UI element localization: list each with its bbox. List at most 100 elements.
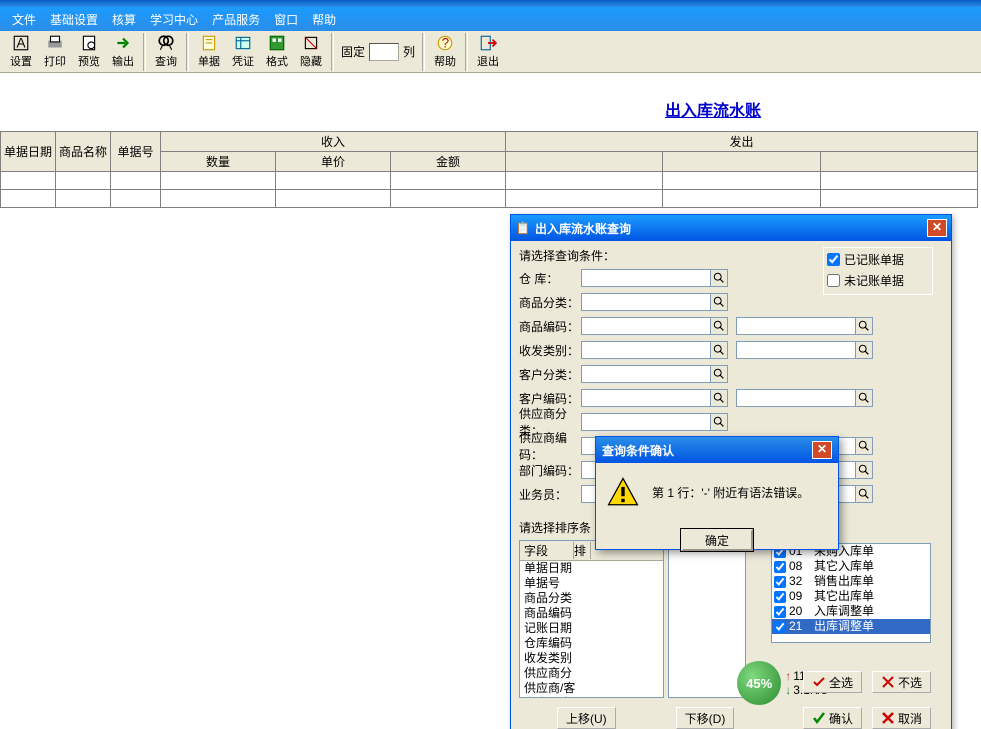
exit-icon	[479, 34, 497, 52]
doc-type-32[interactable]: 32销售出库单	[772, 574, 930, 589]
lookup-custcat-1[interactable]	[710, 365, 728, 383]
sort-fields-list[interactable]: 字段排 单据日期单据号商品分类商品编码记账日期仓库编码收发类别供应商分供应商/客…	[519, 540, 664, 698]
doc-type-20[interactable]: 20入库调整单	[772, 604, 930, 619]
ok-button[interactable]: 确认	[803, 707, 862, 729]
menu-file[interactable]: 文件	[8, 9, 40, 30]
fixed-input[interactable]	[369, 43, 399, 61]
lookup-suppcat-1[interactable]	[710, 413, 728, 431]
select-all-button[interactable]: 全选	[803, 671, 862, 693]
menu-account[interactable]: 核算	[108, 9, 140, 30]
move-up-button[interactable]: 上移(U)	[557, 707, 616, 729]
lookup-code-1[interactable]	[710, 317, 728, 335]
field-row-rstype: 收发类别：	[519, 340, 943, 360]
label-custcat: 客户分类：	[519, 366, 581, 383]
lookup-clerk-2[interactable]	[855, 485, 873, 503]
input-custcode-2[interactable]	[736, 389, 856, 407]
check-icon	[812, 711, 826, 725]
input-code-2[interactable]	[736, 317, 856, 335]
help-icon: ?	[436, 34, 454, 52]
fixed-label: 固定	[341, 43, 365, 60]
doc-type-21[interactable]: 21出库调整单	[772, 619, 930, 634]
sort-field-5[interactable]: 仓库编码	[520, 636, 663, 651]
col-out: 发出	[506, 132, 978, 152]
sort-field-2[interactable]: 商品分类	[520, 591, 663, 606]
search-icon	[157, 34, 175, 52]
sort-field-1[interactable]: 单据号	[520, 576, 663, 591]
tb-exit[interactable]: 退出	[471, 33, 505, 71]
lookup-rstype-2[interactable]	[855, 341, 873, 359]
dialog-icon: 📋	[515, 220, 531, 236]
tb-settings[interactable]: A设置	[4, 33, 38, 71]
sort-field-8[interactable]: 供应商/客	[520, 681, 663, 696]
lookup-suppcode-2[interactable]	[855, 437, 873, 455]
menu-help[interactable]: 帮助	[308, 9, 340, 30]
page-title[interactable]: 出入库流水账	[665, 97, 761, 121]
col-date: 单据日期	[1, 132, 56, 172]
input-suppcat-1[interactable]	[581, 413, 711, 431]
export-icon	[114, 34, 132, 52]
tb-document[interactable]: 单据	[192, 33, 226, 71]
menubar: 文件 基础设置 核算 学习中心 产品服务 窗口 帮助	[0, 7, 981, 31]
field-row-category: 商品分类：	[519, 292, 943, 312]
move-down-button[interactable]: 下移(D)	[676, 707, 735, 729]
lookup-custcode-1[interactable]	[710, 389, 728, 407]
tb-export[interactable]: 输出	[106, 33, 140, 71]
menu-product[interactable]: 产品服务	[208, 9, 264, 30]
input-rstype-1[interactable]	[581, 341, 711, 359]
tb-search[interactable]: 查询	[149, 33, 183, 71]
alert-close[interactable]: ✕	[812, 441, 832, 459]
sort-field-3[interactable]: 商品编码	[520, 606, 663, 621]
lookup-rstype-1[interactable]	[710, 341, 728, 359]
tb-help[interactable]: ?帮助	[428, 33, 462, 71]
tb-print[interactable]: 打印	[38, 33, 72, 71]
label-dept: 部门编码：	[519, 462, 581, 479]
sort-field-4[interactable]: 记账日期	[520, 621, 663, 636]
input-warehouse-1[interactable]	[581, 269, 711, 287]
label-category: 商品分类：	[519, 294, 581, 311]
cancel-button[interactable]: 取消	[872, 707, 931, 729]
cancel-icon	[881, 711, 895, 725]
label-warehouse: 仓 库：	[519, 270, 581, 287]
col-out-amount	[820, 152, 977, 172]
lookup-custcode-2[interactable]	[855, 389, 873, 407]
sort-field-0[interactable]: 单据日期	[520, 561, 663, 576]
tb-format[interactable]: 格式	[260, 33, 294, 71]
lookup-code-2[interactable]	[855, 317, 873, 335]
chk-posted[interactable]: 已记账单据	[826, 250, 930, 269]
doc-type-09[interactable]: 09其它出库单	[772, 589, 930, 604]
sort-field-6[interactable]: 收发类别	[520, 651, 663, 666]
sort-order-list[interactable]	[668, 540, 746, 698]
input-custcat-1[interactable]	[581, 365, 711, 383]
tb-preview[interactable]: 预览	[72, 33, 106, 71]
check-all-icon	[812, 675, 826, 689]
lookup-warehouse-1[interactable]	[710, 269, 728, 287]
input-code-1[interactable]	[581, 317, 711, 335]
lookup-dept-2[interactable]	[855, 461, 873, 479]
input-custcode-1[interactable]	[581, 389, 711, 407]
query-dialog-close[interactable]: ✕	[927, 219, 947, 237]
col-no: 单据号	[111, 132, 161, 172]
doc-type-08[interactable]: 08其它入库单	[772, 559, 930, 574]
input-category-1[interactable]	[581, 293, 711, 311]
sort-field-9[interactable]: 客户分类	[520, 696, 663, 698]
tb-voucher[interactable]: 凭证	[226, 33, 260, 71]
alert-ok-button[interactable]: 确定	[681, 529, 753, 551]
field-row-suppcat: 供应商分类：	[519, 412, 943, 432]
col-out-qty	[506, 152, 663, 172]
input-rstype-2[interactable]	[736, 341, 856, 359]
voucher-icon	[234, 34, 252, 52]
alert-message: 第 1 行：'-' 附近有语法错误。	[652, 484, 809, 501]
label-rstype: 收发类别：	[519, 342, 581, 359]
tb-hide[interactable]: 隐藏	[294, 33, 328, 71]
alert-titlebar[interactable]: 查询条件确认 ✕	[596, 437, 838, 463]
chk-unposted[interactable]: 未记账单据	[826, 271, 930, 290]
col-out-price	[663, 152, 820, 172]
menu-window[interactable]: 窗口	[270, 9, 302, 30]
doc-type-list[interactable]: 01采购入库单08其它入库单32销售出库单09其它出库单20入库调整单21出库调…	[771, 543, 931, 643]
lookup-category-1[interactable]	[710, 293, 728, 311]
select-none-button[interactable]: 不选	[872, 671, 931, 693]
menu-learn[interactable]: 学习中心	[146, 9, 202, 30]
query-dialog-titlebar[interactable]: 📋 出入库流水账查询 ✕	[511, 215, 951, 241]
sort-field-7[interactable]: 供应商分	[520, 666, 663, 681]
menu-basic[interactable]: 基础设置	[46, 9, 102, 30]
